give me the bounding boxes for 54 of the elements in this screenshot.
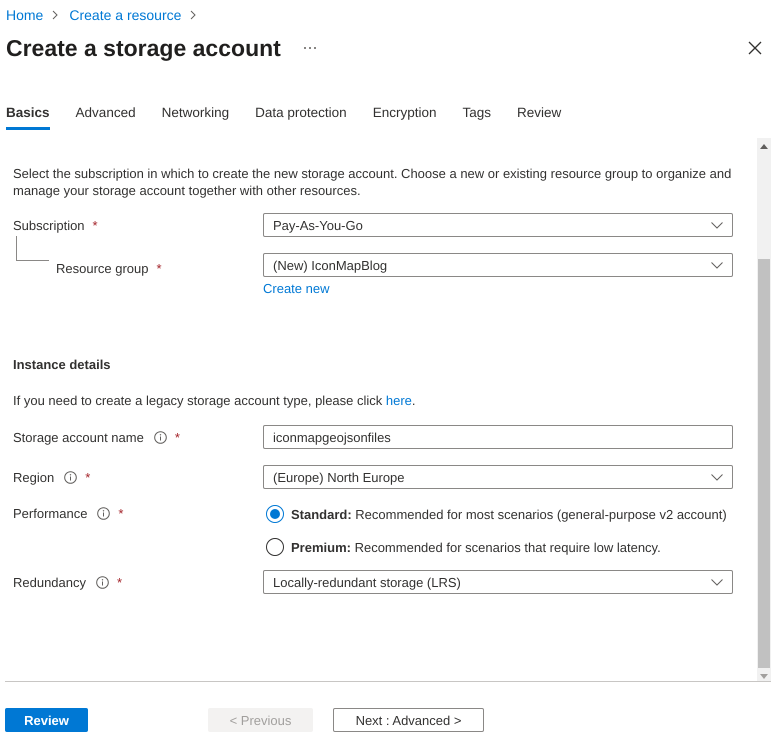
field-label: Storage account name xyxy=(13,430,144,444)
legacy-account-note: If you need to create a legacy storage account type, please click here. xyxy=(13,392,417,409)
tab[interactable]: Encryption xyxy=(372,98,436,130)
dropdown[interactable]: Locally-redundant storage (LRS) xyxy=(263,570,733,594)
chevron-right-icon xyxy=(189,10,198,20)
radio-button[interactable] xyxy=(266,538,284,556)
nav-button[interactable]: Next : Advanced > xyxy=(333,708,484,732)
dropdown[interactable]: (Europe) North Europe xyxy=(263,465,733,489)
required-asterisk: * xyxy=(118,506,124,520)
here-link[interactable]: here xyxy=(386,393,412,408)
scrollbar-thumb[interactable] xyxy=(758,259,770,668)
field-label: Redundancy xyxy=(13,574,86,590)
tree-connector xyxy=(16,236,49,261)
scroll-up-icon[interactable] xyxy=(760,144,768,149)
close-icon[interactable] xyxy=(748,41,762,55)
required-asterisk: * xyxy=(92,218,98,232)
radio-label: Standard: Recommended for most scenarios (general-purpose v2 account) xyxy=(291,506,727,522)
tab[interactable]: Data protection xyxy=(255,98,347,130)
tab[interactable]: Tags xyxy=(462,98,492,130)
dropdown[interactable]: Pay-As-You-Go xyxy=(263,213,733,237)
tab[interactable]: Basics xyxy=(6,98,50,130)
info-icon[interactable] xyxy=(154,430,167,444)
required-asterisk: * xyxy=(117,574,122,590)
required-asterisk: * xyxy=(174,430,180,444)
breadcrumb-link[interactable]: Create a resource xyxy=(69,7,182,23)
chevron-down-icon xyxy=(711,222,723,228)
more-options-icon[interactable] xyxy=(302,46,317,50)
dropdown[interactable]: (New) IconMapBlog xyxy=(263,253,733,277)
field-label: Performance xyxy=(13,506,88,520)
section-heading: Instance details xyxy=(13,357,112,372)
input-field[interactable]: iconmapgeojsonfiles xyxy=(263,425,733,449)
chevron-down-icon xyxy=(711,578,723,586)
info-icon[interactable] xyxy=(96,576,109,588)
create-new-link[interactable]: Create new xyxy=(263,281,330,296)
scrollbar[interactable] xyxy=(757,138,771,681)
chevron-down-icon xyxy=(711,262,723,268)
chevron-down-icon xyxy=(711,474,723,480)
review-button[interactable]: Review xyxy=(5,708,88,732)
info-icon[interactable] xyxy=(97,506,110,520)
page-title: Create a storage account xyxy=(6,34,281,62)
required-asterisk: * xyxy=(156,260,162,276)
tab[interactable]: Networking xyxy=(162,98,230,130)
field-label: Subscription xyxy=(13,218,85,232)
section-description: Select the subscription in which to create the new storage account. Choose a new or existing resource group to organize and manage your storage account together with other resources. xyxy=(13,165,732,199)
field-label: Region xyxy=(13,470,54,484)
info-icon[interactable] xyxy=(64,470,78,484)
required-asterisk: * xyxy=(85,470,90,484)
radio-button[interactable] xyxy=(266,505,284,523)
tab[interactable]: Review xyxy=(517,98,562,130)
tab[interactable]: Advanced xyxy=(76,98,136,130)
chevron-right-icon xyxy=(51,10,60,20)
radio-label: Premium: Recommended for scenarios that require low latency. xyxy=(291,540,661,554)
breadcrumb-link[interactable]: Home xyxy=(6,7,44,23)
field-label: Resource group xyxy=(56,260,148,276)
